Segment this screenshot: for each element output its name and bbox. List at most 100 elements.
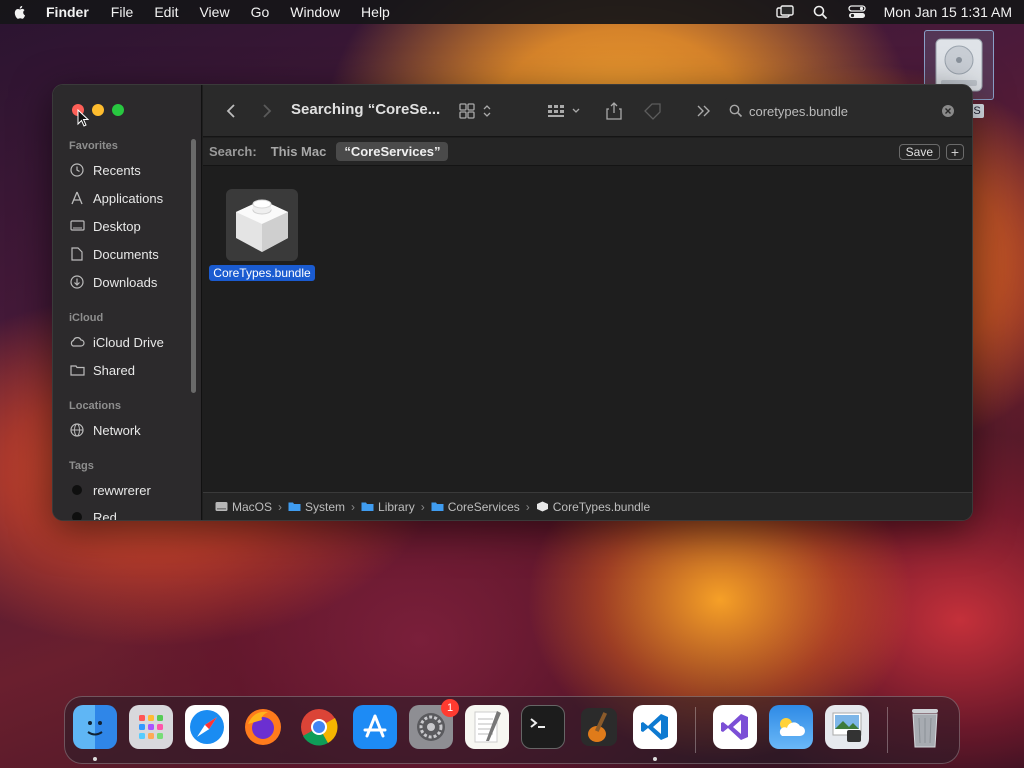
sidebar-item-desktop[interactable]: Desktop	[69, 215, 141, 237]
apple-menu-icon[interactable]	[12, 4, 28, 20]
scope-this-mac[interactable]: This Mac	[271, 144, 327, 159]
sidebar-section-favorites: Favorites	[69, 140, 118, 152]
clear-search-icon[interactable]	[941, 104, 955, 118]
sidebar-item-label: rewwrerer	[93, 482, 151, 498]
path-crumb-macos[interactable]: MacOS	[215, 500, 272, 514]
search-input[interactable]: coretypes.bundle	[749, 104, 848, 119]
sidebar-item-network[interactable]: Network	[69, 419, 141, 441]
path-crumb-library[interactable]: Library	[361, 500, 415, 514]
screen-mirroring-icon[interactable]	[775, 4, 794, 20]
path-crumb-system[interactable]: System	[288, 500, 345, 514]
file-name: CoreTypes.bundle	[209, 265, 315, 281]
tag-icon[interactable]	[641, 99, 665, 123]
minimize-button[interactable]	[92, 104, 104, 116]
sidebar-section-tags: Tags	[69, 460, 94, 472]
sidebar-item-icloud-drive[interactable]: iCloud Drive	[69, 331, 164, 353]
path-crumb-coretypes[interactable]: CoreTypes.bundle	[536, 500, 650, 514]
menu-view[interactable]: View	[199, 4, 229, 20]
dock-terminal-icon[interactable]	[521, 705, 565, 749]
add-criteria-button[interactable]: +	[946, 144, 964, 160]
menu-file[interactable]: File	[111, 4, 134, 20]
group-by-button[interactable]	[547, 99, 583, 123]
dock-firefox-icon[interactable]	[241, 705, 285, 749]
dock-preview-icon[interactable]	[825, 705, 869, 749]
bundle-small-icon	[536, 501, 548, 512]
dock-chrome-icon[interactable]	[297, 705, 341, 749]
window-title: Searching “CoreSe...	[291, 101, 441, 118]
dock-app-store-icon[interactable]	[353, 705, 397, 749]
download-icon	[69, 274, 85, 290]
back-button[interactable]	[221, 99, 241, 123]
dock-divider	[887, 707, 888, 753]
more-toolbar-items-icon[interactable]	[695, 99, 713, 123]
sidebar-item-label: Recents	[93, 162, 141, 178]
sidebar-item-tag-rewwrerer[interactable]: rewwrerer	[69, 479, 151, 501]
menu-go[interactable]: Go	[251, 4, 270, 20]
dock-trash-icon[interactable]	[903, 705, 947, 749]
toolbar: Searching “CoreSe... coretypes.bundle	[203, 85, 972, 137]
dock-weather-icon[interactable]	[769, 705, 813, 749]
sidebar-item-label: iCloud Drive	[93, 334, 164, 350]
save-search-button[interactable]: Save	[898, 144, 940, 160]
sidebar-item-label: Documents	[93, 246, 159, 262]
sidebar-item-label: Red	[93, 509, 117, 521]
path-separator-icon: ›	[351, 499, 356, 514]
sidebar: Favorites Recents Applications Desktop D…	[53, 85, 202, 520]
sidebar-item-label: Applications	[93, 190, 164, 206]
sidebar-scrollbar[interactable]	[191, 139, 196, 393]
search-icon	[729, 104, 743, 118]
control-center-icon[interactable]	[847, 4, 866, 20]
forward-button[interactable]	[257, 99, 277, 123]
search-scope-bar: Search: This Mac “CoreServices” Save +	[203, 138, 972, 166]
view-mode-button[interactable]	[459, 99, 497, 123]
dock-safari-icon[interactable]	[185, 705, 229, 749]
dock-finder-icon[interactable]	[73, 705, 117, 749]
applications-icon	[69, 190, 85, 206]
path-separator-icon: ›	[420, 499, 425, 514]
globe-icon	[69, 422, 85, 438]
sidebar-item-applications[interactable]: Applications	[69, 187, 163, 209]
sidebar-section-locations: Locations	[69, 400, 121, 412]
sidebar-item-label: Downloads	[93, 274, 158, 290]
path-bar: MacOS › System › Library › CoreServices …	[203, 492, 972, 520]
search-field[interactable]: coretypes.bundle	[723, 98, 963, 124]
notification-badge: 1	[441, 699, 459, 717]
desktop-icon	[69, 218, 85, 234]
dock-garageband-icon[interactable]	[577, 705, 621, 749]
running-indicator	[653, 757, 657, 761]
sidebar-item-tag-red[interactable]: Red	[69, 506, 117, 521]
dock-system-settings-icon[interactable]: 1	[409, 699, 459, 749]
menu-edit[interactable]: Edit	[154, 4, 178, 20]
path-crumb-coreservices[interactable]: CoreServices	[431, 500, 520, 514]
sidebar-item-label: Shared	[93, 362, 135, 378]
bundle-icon	[226, 189, 298, 261]
sidebar-item-documents[interactable]: Documents	[69, 243, 159, 265]
menubar-clock[interactable]: Mon Jan 15 1:31 AM	[884, 4, 1012, 20]
sidebar-item-label: Desktop	[93, 218, 141, 234]
folder-icon	[431, 502, 444, 511]
dock-launchpad-icon[interactable]	[129, 705, 173, 749]
menu-help[interactable]: Help	[361, 4, 390, 20]
path-crumb-label: CoreTypes.bundle	[552, 499, 651, 514]
spotlight-search-icon[interactable]	[812, 4, 830, 20]
menu-app-finder[interactable]: Finder	[46, 4, 89, 20]
dock: 1	[64, 696, 960, 764]
file-item[interactable]: CoreTypes.bundle	[207, 189, 317, 281]
sidebar-item-recents[interactable]: Recents	[69, 159, 141, 181]
dock-vscode-icon[interactable]	[633, 705, 677, 749]
sidebar-item-shared[interactable]: Shared	[69, 359, 135, 381]
dock-visual-studio-icon[interactable]	[713, 705, 757, 749]
running-indicator	[93, 757, 97, 761]
share-icon[interactable]	[603, 99, 625, 123]
path-crumb-label: MacOS	[232, 499, 273, 514]
mouse-cursor-icon	[77, 109, 89, 127]
scope-label: Search:	[209, 144, 257, 159]
dock-textedit-icon[interactable]	[465, 705, 509, 749]
menu-window[interactable]: Window	[290, 4, 340, 20]
disk-icon	[215, 502, 228, 511]
shared-folder-icon	[69, 362, 85, 378]
scope-coreservices[interactable]: “CoreServices”	[336, 142, 449, 161]
tag-dot-icon	[69, 509, 85, 520]
zoom-button[interactable]	[112, 104, 124, 116]
sidebar-item-downloads[interactable]: Downloads	[69, 271, 157, 293]
